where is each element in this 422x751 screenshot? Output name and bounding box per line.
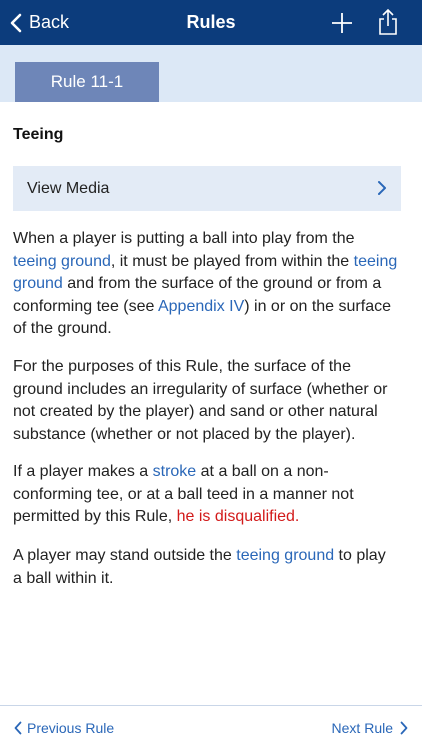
paragraph-text: When a player is putting a ball into pla… xyxy=(13,230,355,247)
back-label: Back xyxy=(29,12,70,32)
chevron-right-icon xyxy=(378,181,386,195)
paragraph-3: If a player makes a stroke at a ball on … xyxy=(13,461,398,529)
link-teeing-ground[interactable]: teeing ground xyxy=(236,547,334,564)
paragraph-text: A player may stand outside the xyxy=(13,547,237,564)
penalty-period: . xyxy=(294,508,300,525)
view-media-label: View Media xyxy=(27,180,110,197)
back-button[interactable]: Back xyxy=(10,0,69,45)
rule-tab-band: Rule 11-1 xyxy=(0,45,422,102)
penalty-text: he is disqualified xyxy=(176,508,295,525)
section-title: Teeing xyxy=(13,126,64,143)
rule-tab[interactable]: Rule 11-1 xyxy=(15,62,159,102)
plus-icon[interactable] xyxy=(330,11,354,35)
paragraph-2: For the purposes of this Rule, the surfa… xyxy=(13,358,388,443)
previous-rule-label: Previous Rule xyxy=(27,720,115,736)
paragraph-text: If a player makes a xyxy=(13,463,153,480)
previous-rule-button[interactable]: Previous Rule xyxy=(14,720,114,736)
next-rule-label: Next Rule xyxy=(331,720,393,736)
paragraph-1: When a player is putting a ball into pla… xyxy=(13,228,398,341)
chevron-left-icon xyxy=(14,721,22,735)
paragraph-4: A player may stand outside the teeing gr… xyxy=(13,545,398,590)
bottom-navigation: Previous Rule Next Rule xyxy=(0,705,422,751)
link-appendix-iv[interactable]: Appendix IV xyxy=(158,298,244,315)
share-icon[interactable] xyxy=(376,8,400,36)
view-media-row[interactable]: View Media xyxy=(13,166,401,211)
navigation-bar: Back Rules xyxy=(0,0,422,45)
next-rule-button[interactable]: Next Rule xyxy=(332,720,408,736)
link-teeing-ground[interactable]: teeing ground xyxy=(13,253,111,270)
chevron-right-icon xyxy=(400,721,408,735)
paragraph-text: , it must be played from within the xyxy=(110,252,354,270)
chevron-left-icon xyxy=(10,13,22,32)
link-stroke[interactable]: stroke xyxy=(153,463,197,480)
